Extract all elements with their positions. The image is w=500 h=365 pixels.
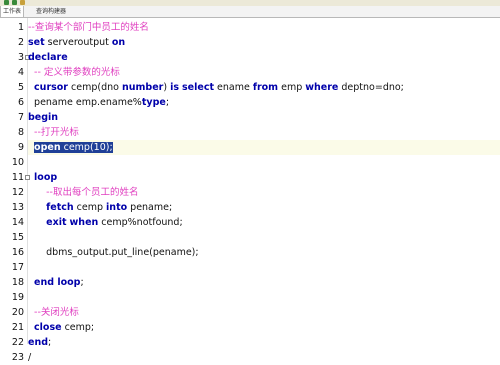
line-number: 19 (11, 292, 24, 303)
keyword-token: from (252, 82, 279, 93)
line-number: 8 (17, 127, 24, 138)
code-line[interactable]: end loop; (28, 275, 500, 290)
keyword-token: where (305, 82, 339, 93)
code-line[interactable]: --关闭光标 (28, 305, 500, 320)
line-number: 6 (17, 97, 24, 108)
keyword-token: open (34, 142, 61, 153)
line-number: 21 (11, 322, 24, 333)
keyword-token: declare (28, 52, 68, 63)
run-script-icon[interactable] (12, 0, 17, 5)
code-line[interactable]: begin (28, 110, 500, 125)
tab-worksheet[interactable]: 工作表 (0, 6, 25, 17)
code-line[interactable]: -- 定义带参数的光标 (28, 65, 500, 80)
code-token: cemp(dno (68, 82, 122, 93)
line-number: 12 (11, 187, 24, 198)
line-number: 15 (11, 232, 24, 243)
comment-token: --关闭光标 (28, 307, 79, 318)
code-line[interactable]: --取出每个员工的姓名 (28, 185, 500, 200)
line-number: 5 (17, 82, 24, 93)
comment-token: --打开光标 (28, 127, 79, 138)
line-number-gutter: 1 2 3 4 5 6 7 8 9 10 11 12 13 14 15 16 17 18 19 20 21 22 23 (0, 18, 30, 363)
code-line[interactable] (28, 260, 500, 275)
code-token: / (28, 352, 32, 363)
line-number: 11 (11, 172, 24, 183)
line-number: 23 (11, 352, 24, 363)
code-token: ; (165, 97, 170, 108)
keyword-token: begin (28, 112, 59, 123)
code-line[interactable]: pename emp.ename%type; (28, 95, 500, 110)
line-number: 1 (17, 22, 24, 33)
keyword-token: fetch (46, 202, 74, 213)
keyword-token: is (170, 82, 179, 93)
sql-worksheet-window: 工作表 查询构建器 1 2 3 4 5 6 7 8 9 10 11 12 13 14 15 16 17 18 19 2… (0, 0, 500, 363)
line-number: 22 (11, 337, 24, 348)
line-number: 2 (17, 37, 24, 48)
code-token: pename emp.ename% (28, 97, 142, 108)
line-number: 10 (11, 157, 24, 168)
keyword-token: on (111, 37, 126, 48)
run-icon[interactable] (4, 0, 9, 5)
code-line[interactable]: cursor cemp(dno number) is select ename … (28, 80, 500, 95)
line-number: 14 (11, 217, 24, 228)
code-token: pename; (127, 202, 173, 213)
keyword-token: select (182, 82, 214, 93)
code-token: emp (278, 82, 306, 93)
code-token: serveroutput (44, 37, 112, 48)
keyword-token: when (69, 217, 99, 228)
code-token: deptno=dno; (338, 82, 404, 93)
keyword-token: into (106, 202, 128, 213)
code-line[interactable]: --打开光标 (28, 125, 500, 140)
keyword-token: end loop (34, 277, 81, 288)
code-token: cemp (73, 202, 107, 213)
comment-token: --取出每个员工的姓名 (28, 187, 139, 198)
code-token: cemp; (61, 322, 95, 333)
code-token: cemp(10); (60, 142, 113, 153)
line-number: 16 (11, 247, 24, 258)
keyword-token: number (121, 82, 164, 93)
code-area[interactable]: --查询某个部门中员工的姓名 set serveroutput on declare… (28, 18, 500, 363)
code-line[interactable] (28, 155, 500, 170)
code-line[interactable]: loop (28, 170, 500, 185)
keyword-token: type (141, 97, 166, 108)
line-number: 17 (11, 262, 24, 273)
code-token: cemp%notfound; (98, 217, 183, 228)
code-line[interactable] (28, 230, 500, 245)
editor-tabs: 工作表 查询构建器 (0, 6, 500, 18)
code-line[interactable]: close cemp; (28, 320, 500, 335)
code-token: ; (48, 337, 52, 348)
code-line[interactable]: fetch cemp into pename; (28, 200, 500, 215)
line-number: 4 (17, 67, 24, 78)
code-token: ename (214, 82, 253, 93)
keyword-token: cursor (34, 82, 68, 93)
commit-icon[interactable] (20, 0, 25, 5)
code-line[interactable]: end; (28, 335, 500, 350)
code-line[interactable]: open cemp(10); (28, 140, 500, 155)
code-editor[interactable]: 1 2 3 4 5 6 7 8 9 10 11 12 13 14 15 16 17 18 19 20 21 22 23 --… (0, 18, 500, 363)
code-line[interactable]: set serveroutput on (28, 35, 500, 50)
line-number: 9 (17, 142, 24, 153)
code-token: ; (80, 277, 84, 288)
keyword-token: set (28, 37, 45, 48)
line-number: 20 (11, 307, 24, 318)
tab-query-builder[interactable]: 查询构建器 (34, 6, 68, 17)
comment-token: --查询某个部门中员工的姓名 (28, 22, 149, 33)
keyword-token: close (34, 322, 62, 333)
keyword-token: end (28, 337, 49, 348)
code-line[interactable]: exit when cemp%notfound; (28, 215, 500, 230)
comment-token: -- 定义带参数的光标 (28, 67, 120, 78)
code-token: dbms_output.put_line(pename); (28, 247, 199, 258)
keyword-token: exit (46, 217, 67, 228)
line-number: 7 (17, 112, 24, 123)
code-line[interactable]: / (28, 350, 500, 365)
code-line[interactable]: --查询某个部门中员工的姓名 (28, 20, 500, 35)
code-line[interactable]: dbms_output.put_line(pename); (28, 245, 500, 260)
line-number: 3 (17, 52, 24, 63)
code-line[interactable] (28, 290, 500, 305)
code-line[interactable]: declare (28, 50, 500, 65)
keyword-token: loop (34, 172, 58, 183)
line-number: 18 (11, 277, 24, 288)
line-number: 13 (11, 202, 24, 213)
